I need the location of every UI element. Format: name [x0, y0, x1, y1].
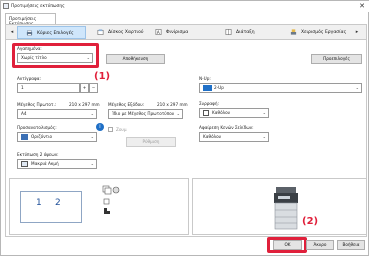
chevron-down-icon: ⌄ — [262, 134, 266, 139]
blank-page-value: Καθόλου — [203, 134, 222, 139]
defaults-button[interactable]: Προεπιλογές — [311, 54, 362, 64]
zoom-settings-button[interactable]: Ρύθμιση — [126, 137, 176, 147]
printer-icon — [26, 29, 33, 36]
tab-scroll-right-icon[interactable]: ▸ — [353, 28, 361, 37]
save-button[interactable]: Αποθήκευση — [106, 54, 165, 64]
tab-label: Διάταξη — [236, 30, 255, 35]
chevron-down-icon: ⌄ — [90, 161, 94, 166]
info-icon[interactable]: i — [96, 123, 104, 131]
minus-icon: − — [91, 85, 96, 90]
nup-value: 2-Up — [214, 85, 224, 90]
copies-label: Αντίγραφα: — [17, 76, 41, 81]
preview-settings-icons — [102, 185, 120, 214]
tab-paper-tray[interactable]: Δίσκος Χαρτιού — [97, 26, 157, 39]
duplex-label: Εκτύπωση 2 όψεων: — [17, 152, 59, 157]
preview-page-number: 2 — [55, 198, 61, 208]
annotation-box-1 — [12, 43, 99, 68]
paper-size-label: Μέγεθος Πρωτοτ.: — [17, 102, 57, 107]
help-button[interactable]: Βοήθεια — [337, 240, 365, 250]
annotation-number-1: (1) — [94, 71, 111, 82]
printer-image-icon — [274, 187, 298, 230]
finishing-icon: A — [155, 28, 162, 35]
chevron-down-icon: ⌄ — [90, 111, 94, 116]
tab-printing-preferences[interactable]: Προτιμήσεις Εκτύπωσης — [5, 13, 56, 27]
window-title: Προτιμήσεις εκτύπωσης — [11, 4, 65, 9]
layout-icon — [225, 28, 232, 35]
tab-job-handling[interactable]: Χειρισμός Εργασίας — [290, 26, 348, 39]
tab-label: Χειρισμός Εργασίας — [301, 30, 347, 35]
paper-size-value: A4 — [21, 111, 27, 116]
nup-icon — [203, 85, 212, 91]
blank-page-label: Αφαίρεση Κενών Σελίδων: — [199, 125, 254, 130]
output-size-select[interactable]: Ίδιο με Μέγεθος Πρωτοτύπου ⌄ — [108, 109, 183, 119]
staple-select[interactable]: Καθόλου ⌄ — [199, 108, 269, 118]
orientation-label: Προσανατολισμός: — [17, 125, 57, 130]
printer-app-icon — [3, 3, 9, 9]
chevron-down-icon: ⌄ — [90, 134, 94, 139]
cancel-button[interactable]: Άκυρο — [306, 240, 334, 250]
duplex-icon — [21, 161, 28, 167]
copies-stepper-up[interactable]: + — [80, 83, 89, 93]
copies-value: 1 — [21, 85, 24, 90]
tab-scroll-left-icon[interactable]: ◂ — [8, 28, 16, 37]
staple-icon — [203, 110, 209, 116]
duplex-value: Μακριά Ακμή — [31, 161, 59, 166]
tab-basic-options[interactable]: Κύριες Επιλογές — [17, 26, 86, 39]
ok-button[interactable]: OK — [273, 240, 302, 250]
orientation-select[interactable]: Οριζόντιο ⌄ — [17, 132, 97, 142]
tab-label: Φινίρισμα — [166, 30, 189, 35]
paper-tray-icon — [97, 28, 104, 35]
tab-layout[interactable]: Διάταξη — [225, 26, 283, 39]
copies-stepper-down[interactable]: − — [89, 83, 98, 93]
output-size-value: Ίδιο με Μέγεθος Πρωτοτύπου — [112, 111, 175, 116]
zoom-label: Ζουμ — [116, 127, 127, 132]
blank-page-select[interactable]: Καθόλου ⌄ — [199, 132, 269, 142]
output-size-dims: 210 x 297 mm — [157, 102, 188, 107]
landscape-icon — [21, 134, 28, 140]
tab-finishing[interactable]: A Φινίρισμα — [155, 26, 213, 39]
print-preferences-window: Προτιμήσεις εκτύπωσης ✕ Προτιμήσεις Εκτύ… — [0, 0, 369, 256]
nup-label: N-Up: — [199, 76, 211, 81]
preview-page-number: 1 — [36, 198, 42, 208]
paper-size-select[interactable]: A4 ⌄ — [17, 109, 97, 119]
paper-size-dims: 210 x 297 mm — [69, 102, 100, 107]
nup-select[interactable]: 2-Up ⌄ — [199, 83, 362, 93]
preview-page — [20, 191, 82, 223]
zoom-checkbox[interactable] — [108, 127, 113, 132]
staple-label: Συρραφή: — [199, 101, 219, 106]
copies-input[interactable]: 1 — [17, 83, 80, 93]
chevron-down-icon: ⌄ — [355, 85, 359, 90]
duplex-select[interactable]: Μακριά Ακμή ⌄ — [17, 159, 97, 169]
plus-icon: + — [82, 85, 87, 90]
title-bar: Προτιμήσεις εκτύπωσης ✕ — [1, 1, 369, 12]
annotation-number-2: (2) — [302, 216, 319, 227]
tab-label: Κύριες Επιλογές — [37, 31, 74, 36]
staple-value: Καθόλου — [212, 110, 231, 115]
svg-text:A: A — [157, 29, 160, 35]
tab-label: Δίσκος Χαρτιού — [108, 30, 144, 35]
chevron-down-icon: ⌄ — [176, 111, 180, 116]
chevron-down-icon: ⌄ — [262, 110, 266, 115]
job-handling-icon — [290, 28, 297, 35]
output-size-label: Μέγεθος Εξόδου: — [108, 102, 145, 107]
orientation-value: Οριζόντιο — [31, 134, 53, 139]
close-icon[interactable]: ✕ — [357, 2, 367, 11]
